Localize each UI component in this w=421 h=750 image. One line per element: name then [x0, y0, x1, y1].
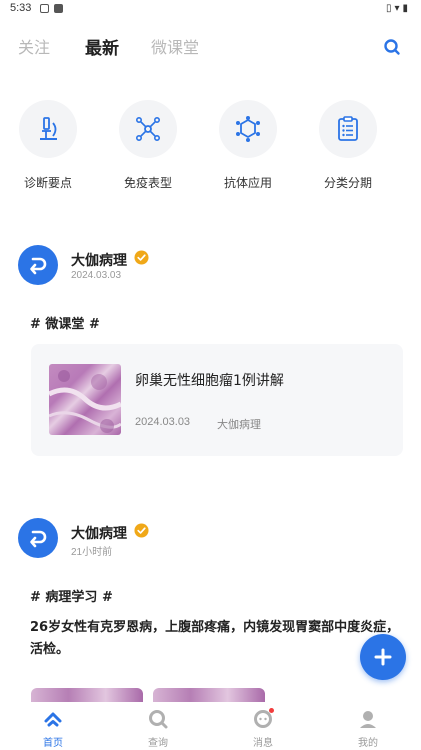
top-nav: 关注 最新 微课堂	[0, 30, 421, 62]
search-icon[interactable]	[383, 38, 401, 56]
status-time: 5:33	[10, 2, 32, 14]
post-time: 2024.03.03	[71, 270, 122, 281]
post-time: 21小时前	[71, 547, 113, 558]
avatar[interactable]	[18, 245, 58, 285]
tab-home[interactable]: 首页	[23, 708, 83, 749]
logo-icon	[30, 257, 47, 275]
tab-latest[interactable]: 最新	[85, 34, 119, 59]
course-author: 大伽病理	[217, 418, 261, 431]
histology-image	[49, 370, 121, 433]
profile-icon	[357, 708, 379, 730]
tab-label: 我的	[358, 738, 378, 749]
tab-label: 首页	[43, 738, 63, 749]
category-label: 诊断要点	[23, 176, 72, 190]
logo-icon	[30, 530, 47, 548]
sim-icon	[40, 4, 49, 13]
message-icon	[252, 708, 274, 730]
avatar[interactable]	[18, 518, 58, 558]
tab-label: 消息	[253, 738, 273, 749]
search-icon	[147, 708, 169, 730]
post-text[interactable]: 26岁女性有克罗恩病，上腹部疼痛，内镜发现胃窦部中度炎症，活检。	[30, 617, 405, 661]
course-thumbnail	[49, 364, 121, 435]
battery-icon: ▮	[402, 3, 411, 14]
course-title: 卵巢无性细胞瘤1例讲解	[135, 373, 284, 389]
create-post-button[interactable]	[360, 634, 406, 680]
plus-icon	[374, 648, 392, 666]
category-label: 分类分期	[323, 176, 372, 190]
bottom-tab-bar: 首页 查询 消息 我的	[0, 702, 421, 750]
status-bar: 5:33 ▯▾▮	[0, 0, 421, 18]
author-name[interactable]: 大伽病理	[71, 250, 127, 270]
category-icon-bg	[119, 100, 177, 158]
category-icon-bg	[19, 100, 77, 158]
verified-badge-icon	[134, 523, 149, 538]
microscope-icon	[40, 117, 57, 140]
tab-follow[interactable]: 关注	[18, 34, 50, 58]
notification-icon	[54, 4, 63, 13]
category-icon-bg	[219, 100, 277, 158]
topic-tag[interactable]: # 微课堂 #	[30, 313, 100, 332]
course-date: 2024.03.03	[135, 416, 191, 428]
author-name[interactable]: 大伽病理	[71, 523, 127, 543]
category-label: 抗体应用	[223, 176, 272, 190]
home-icon	[42, 708, 64, 730]
system-icons: ▯▾▮	[386, 3, 411, 14]
unread-badge	[269, 708, 274, 713]
tab-micro-class[interactable]: 微课堂	[151, 34, 199, 58]
category-icon-bg	[319, 100, 377, 158]
molecule-icon	[135, 116, 160, 141]
clipboard-icon	[338, 116, 358, 141]
category-antibody[interactable]: 抗体应用	[208, 100, 288, 191]
category-diagnosis[interactable]: 诊断要点	[8, 100, 88, 191]
tab-label: 查询	[148, 738, 168, 749]
course-card[interactable]: 卵巢无性细胞瘤1例讲解 2024.03.03 大伽病理	[31, 344, 403, 456]
antibody-icon	[236, 116, 260, 142]
category-classification[interactable]: 分类分期	[308, 100, 388, 191]
tab-messages[interactable]: 消息	[233, 708, 293, 749]
category-grid: 诊断要点 免疫表型 抗体应用 分类分期	[0, 100, 421, 195]
tab-query[interactable]: 查询	[128, 708, 188, 749]
verified-badge-icon	[134, 250, 149, 265]
category-immunophenotype[interactable]: 免疫表型	[108, 100, 188, 191]
topic-tag[interactable]: # 病理学习 #	[30, 586, 113, 605]
category-label: 免疫表型	[123, 176, 172, 190]
tab-profile[interactable]: 我的	[338, 708, 398, 749]
